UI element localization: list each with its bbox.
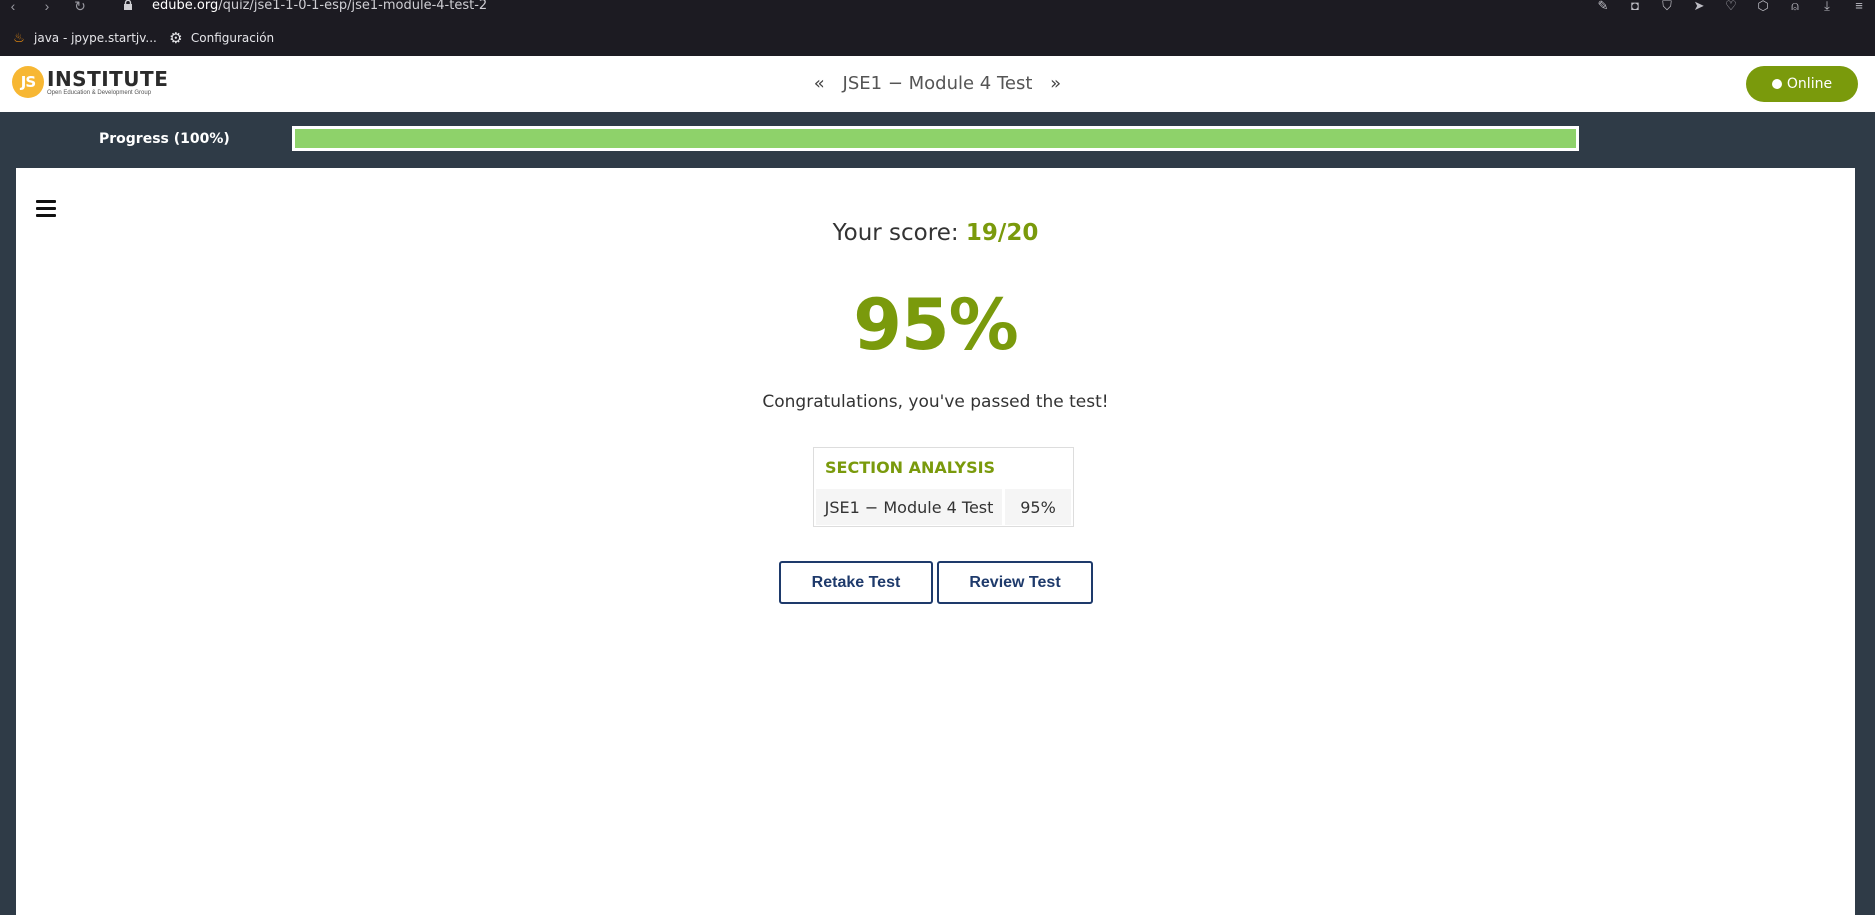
reload-icon[interactable]: ↻ — [71, 0, 89, 15]
account-icon[interactable]: ⍝ — [1779, 0, 1811, 14]
score-value: 19/20 — [965, 220, 1039, 246]
bookmark-settings[interactable]: ⚙ Configuración — [169, 29, 275, 47]
progress-label: Progress (100%) — [99, 131, 230, 147]
forward-icon[interactable]: › — [38, 0, 56, 14]
table-row: JSE1 − Module 4 Test 95% — [816, 489, 1071, 525]
score-percent: 95% — [853, 284, 1019, 366]
retake-test-button[interactable]: Retake Test — [779, 561, 933, 604]
progress-bar — [292, 126, 1579, 151]
browser-toolbar: ✎ ◘ ⛉ ➤ ♡ ⬡ ⍝ ⤓ ≡ — [1587, 0, 1875, 14]
url-text[interactable]: edube.org/quiz/jse1-1-0-1-esp/jse1-modul… — [152, 0, 487, 13]
hamburger-menu-icon[interactable] — [36, 200, 56, 218]
section-analysis-title: SECTION ANALYSIS — [825, 458, 996, 477]
bookmark-label: java - jpype.startjv... — [34, 31, 157, 45]
score-line: Your score: 19/20 — [16, 220, 1855, 246]
heart-icon[interactable]: ♡ — [1715, 0, 1747, 14]
section-name-cell: JSE1 − Module 4 Test — [816, 489, 1002, 525]
progress-bar-fill — [295, 129, 1576, 148]
site-header: JS INSTITUTE Open Education & Developmen… — [0, 56, 1875, 112]
url-path: /quiz/jse1-1-0-1-esp/jse1-module-4-test-… — [218, 0, 488, 13]
quiz-navigation: « JSE1 − Module 4 Test » — [0, 72, 1875, 94]
url-host: edube.org — [152, 0, 219, 13]
bookmarks-bar: ♨ java - jpype.startjv... ⚙ Configuració… — [0, 26, 274, 50]
status-dot-icon — [1771, 79, 1782, 89]
result-message: Congratulations, you've passed the test! — [762, 392, 1109, 412]
url-bar[interactable]: ‹ › ↻ edube.org/quiz/jse1-1-0-1-esp/jse1… — [0, 0, 1875, 14]
send-icon[interactable]: ➤ — [1683, 0, 1715, 14]
camera-icon[interactable]: ◘ — [1619, 0, 1651, 14]
result-actions: Retake Test Review Test — [779, 561, 1093, 604]
edit-icon[interactable]: ✎ — [1587, 0, 1619, 14]
bookmark-label: Configuración — [190, 31, 275, 45]
section-analysis-table: SECTION ANALYSIS JSE1 − Module 4 Test 95… — [813, 447, 1074, 527]
progress-band: Progress (100%) — [0, 112, 1875, 168]
quiz-title: JSE1 − Module 4 Test — [842, 72, 1033, 94]
cube-icon[interactable]: ⬡ — [1747, 0, 1779, 14]
online-status-label: Online — [1786, 76, 1833, 92]
shield-icon[interactable]: ⛉ — [1651, 0, 1683, 14]
score-prefix: Your score: — [832, 220, 966, 246]
gear-icon: ⚙ — [169, 29, 183, 47]
next-quiz-arrow-icon[interactable]: » — [1038, 73, 1073, 94]
java-icon: ♨ — [13, 30, 25, 46]
section-score-cell: 95% — [1005, 489, 1071, 525]
main-panel: Your score: 19/20 95% Congratulations, y… — [16, 168, 1855, 915]
download-icon[interactable]: ⤓ — [1811, 0, 1843, 14]
online-status-button[interactable]: Online — [1746, 66, 1858, 102]
bookmark-java[interactable]: ♨ java - jpype.startjv... — [12, 30, 157, 46]
prev-quiz-arrow-icon[interactable]: « — [802, 73, 837, 94]
browser-chrome: ‹ › ↻ edube.org/quiz/jse1-1-0-1-esp/jse1… — [0, 0, 1875, 56]
back-icon[interactable]: ‹ — [4, 0, 22, 14]
lock-icon — [124, 0, 132, 10]
menu-icon[interactable]: ≡ — [1843, 0, 1875, 14]
review-test-button[interactable]: Review Test — [937, 561, 1093, 604]
